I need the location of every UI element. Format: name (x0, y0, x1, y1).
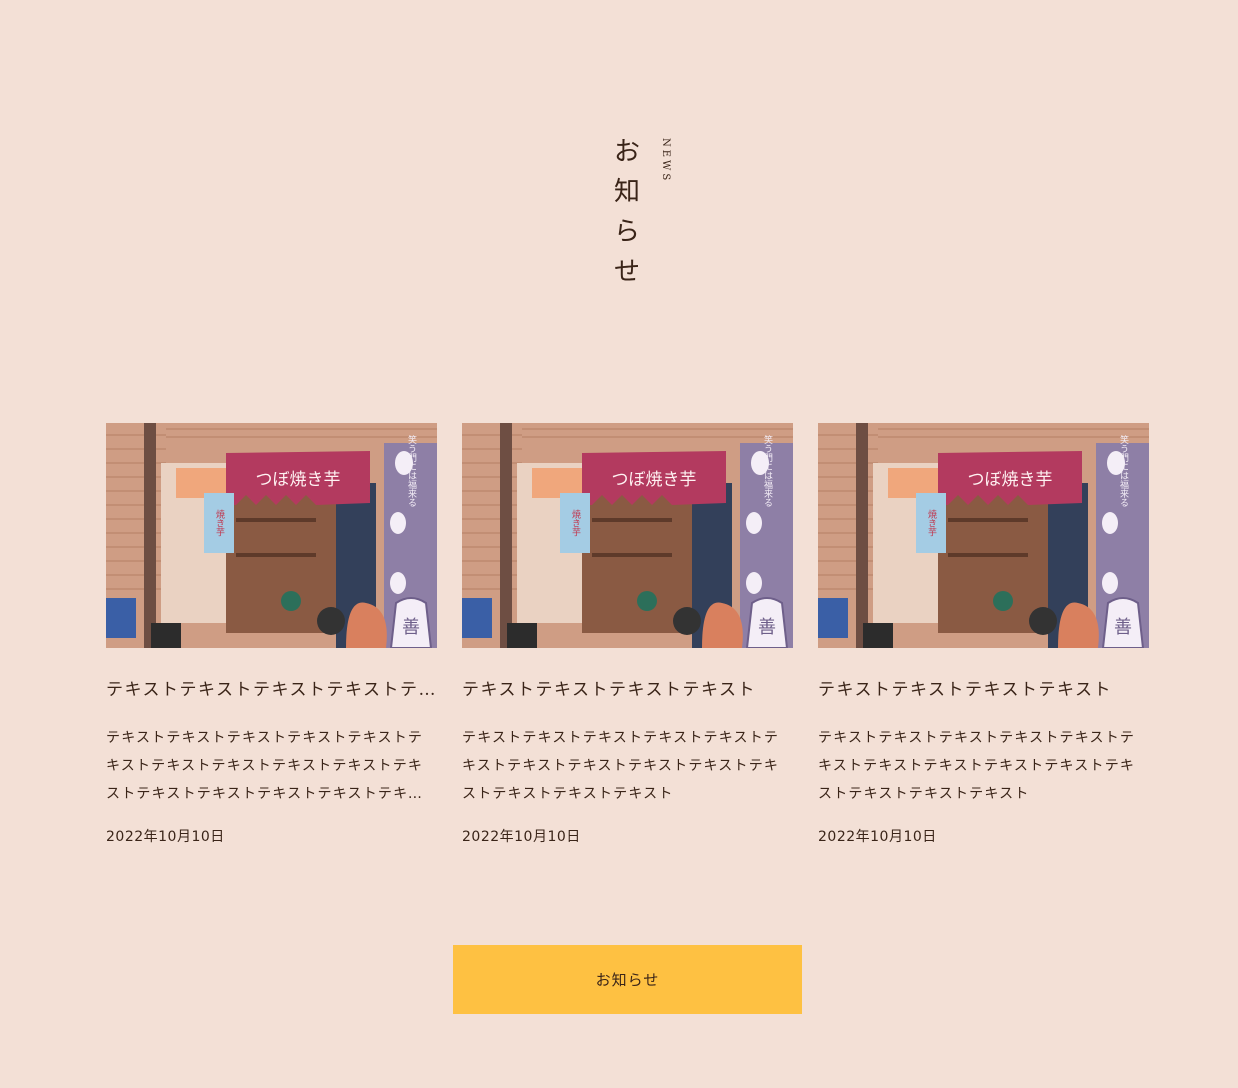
section-title: お 知 ら せ (612, 132, 642, 292)
news-title[interactable]: テキストテキストテキストテキスト (818, 678, 1149, 702)
section-title-char: せ (613, 257, 640, 287)
news-more-button[interactable]: お知らせ (453, 945, 802, 1014)
jar-text: 善 (402, 617, 420, 638)
section-title-char: ら (613, 217, 640, 247)
noren-text: つぼ焼き芋 (968, 470, 1053, 490)
section-title-char: お (613, 137, 640, 167)
noren-text: つぼ焼き芋 (256, 470, 341, 490)
news-thumbnail[interactable]: つぼ焼き芋 焼き芋 笑う門には福来る 善 (106, 423, 437, 648)
section-heading: お 知 ら せ NEWS (600, 132, 690, 302)
shop-front-photo: つぼ焼き芋 焼き芋 笑う門には福来る 善 (818, 423, 1149, 648)
news-date: 2022年10月10日 (818, 829, 937, 845)
news-title[interactable]: テキストテキストテキストテキスト (462, 678, 793, 702)
news-card[interactable]: つぼ焼き芋 焼き芋 笑う門には福来る 善 テキストテキストテキストテキストテキス… (106, 423, 437, 846)
flag-text: 焼き芋 (214, 509, 225, 536)
news-excerpt: テキストテキストテキストテキストテキストテキストテキストテキストテキストテキスト… (106, 730, 424, 802)
news-thumbnail[interactable]: つぼ焼き芋 焼き芋 笑う門には福来る 善 (818, 423, 1149, 648)
news-thumbnail[interactable]: つぼ焼き芋 焼き芋 笑う門には福来る 善 (462, 423, 793, 648)
news-title[interactable]: テキストテキストテキストテキストテキスト (106, 678, 437, 702)
news-card[interactable]: つぼ焼き芋 焼き芋 笑う門には福来る 善 テキストテキストテキストテキスト テキ… (462, 423, 793, 846)
news-excerpt: テキストテキストテキストテキストテキストテキストテキストテキストテキストテキスト… (462, 730, 780, 802)
shop-front-photo: つぼ焼き芋 焼き芋 笑う門には福来る 善 (462, 423, 793, 648)
flag-text: 焼き芋 (570, 509, 581, 536)
section-title-char: 知 (613, 177, 640, 207)
news-list: つぼ焼き芋 焼き芋 笑う門には福来る 善 テキストテキストテキストテキストテキス… (106, 423, 1149, 863)
news-excerpt: テキストテキストテキストテキストテキストテキストテキストテキストテキストテキスト… (818, 730, 1136, 802)
jar-text: 善 (1114, 617, 1132, 638)
flag-text: 焼き芋 (926, 509, 937, 536)
section-subtitle: NEWS (660, 138, 671, 184)
noren-text: つぼ焼き芋 (612, 470, 697, 490)
shop-front-photo: つぼ焼き芋 焼き芋 笑う門には福来る 善 (106, 423, 437, 648)
jar-text: 善 (758, 617, 776, 638)
news-date: 2022年10月10日 (106, 829, 225, 845)
news-card[interactable]: つぼ焼き芋 焼き芋 笑う門には福来る 善 テキストテキストテキストテキスト テキ… (818, 423, 1149, 846)
news-date: 2022年10月10日 (462, 829, 581, 845)
